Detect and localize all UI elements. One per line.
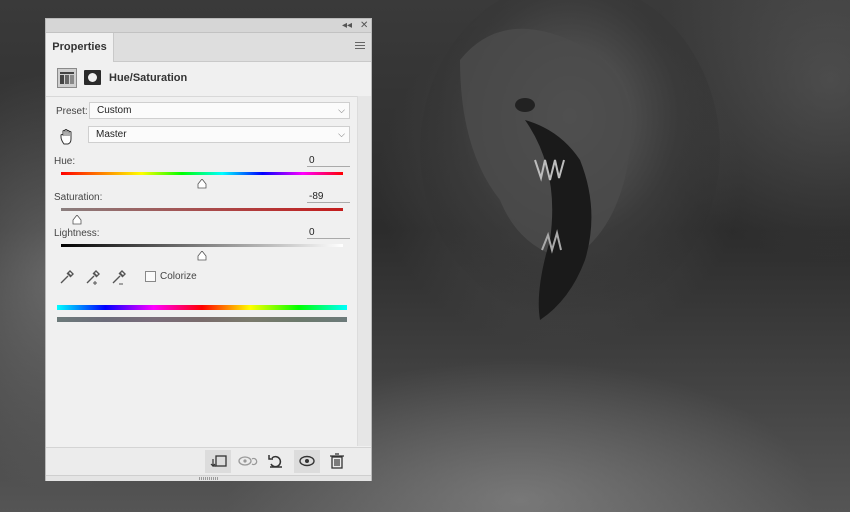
tab-properties[interactable]: Properties (46, 33, 114, 62)
lightness-slider-thumb[interactable] (197, 248, 207, 261)
visibility-eye-icon (299, 455, 315, 467)
input-color-range-bar (57, 305, 347, 310)
targeted-adjustment-hand-icon[interactable] (57, 127, 77, 147)
clip-to-layer-icon (210, 455, 227, 467)
chevron-down-icon: ⌵ (338, 129, 345, 139)
hue-saturation-layer-icon[interactable] (57, 68, 77, 88)
layer-mask-icon[interactable] (84, 70, 101, 85)
panel-resize-grip[interactable] (46, 475, 371, 481)
eyedropper-minus-icon[interactable] (110, 268, 128, 286)
trash-icon (330, 453, 344, 469)
preset-label: Preset: (56, 106, 88, 117)
hue-slider-thumb[interactable] (197, 176, 207, 189)
adjustment-title: Hue/Saturation (109, 72, 188, 84)
panel-scrollbar[interactable] (357, 96, 371, 446)
eyedropper-icon[interactable] (58, 268, 76, 286)
saturation-value-field[interactable]: -89 (307, 191, 350, 203)
panel-footer (46, 447, 371, 475)
hue-slider-track[interactable] (61, 172, 343, 175)
panel-menu-icon[interactable] (355, 42, 365, 50)
panel-tab-bar: Properties (46, 33, 371, 62)
reset-icon (268, 455, 282, 468)
saturation-slider-thumb[interactable] (72, 212, 82, 225)
creature-artwork (420, 0, 720, 320)
toggle-visibility-button[interactable] (294, 450, 320, 473)
view-previous-state-icon (238, 456, 258, 466)
channel-dropdown[interactable]: Master ⌵ (88, 126, 350, 143)
channel-value: Master (96, 129, 127, 140)
view-previous-state-button[interactable] (234, 450, 260, 473)
clip-to-layer-button[interactable] (205, 450, 231, 473)
saturation-label: Saturation: (54, 192, 103, 203)
eyedropper-plus-icon[interactable] (84, 268, 102, 286)
reset-button[interactable] (263, 450, 289, 473)
collapse-panel-button[interactable]: ◂◂ (342, 19, 352, 32)
hue-label: Hue: (54, 156, 76, 167)
lightness-value-field[interactable]: 0 (307, 227, 350, 239)
lightness-label: Lightness: (54, 228, 100, 239)
lightness-slider-track[interactable] (61, 244, 343, 247)
hue-value-field[interactable]: 0 (307, 155, 350, 167)
colorize-label: Colorize (160, 271, 197, 282)
colorize-checkbox[interactable] (145, 271, 156, 282)
delete-layer-button[interactable] (324, 450, 350, 473)
preset-value: Custom (97, 105, 132, 116)
adjustment-header: Hue/Saturation (46, 62, 371, 97)
properties-panel: ◂◂ ✕ Properties Hue/Saturation Preset: C… (45, 18, 372, 481)
close-panel-button[interactable]: ✕ (360, 19, 368, 32)
preset-dropdown[interactable]: Custom ⌵ (89, 102, 350, 119)
chevron-down-icon: ⌵ (338, 105, 345, 115)
saturation-slider-track[interactable] (61, 208, 343, 211)
output-color-range-bar (57, 317, 347, 322)
panel-titlebar[interactable]: ◂◂ ✕ (46, 19, 371, 33)
